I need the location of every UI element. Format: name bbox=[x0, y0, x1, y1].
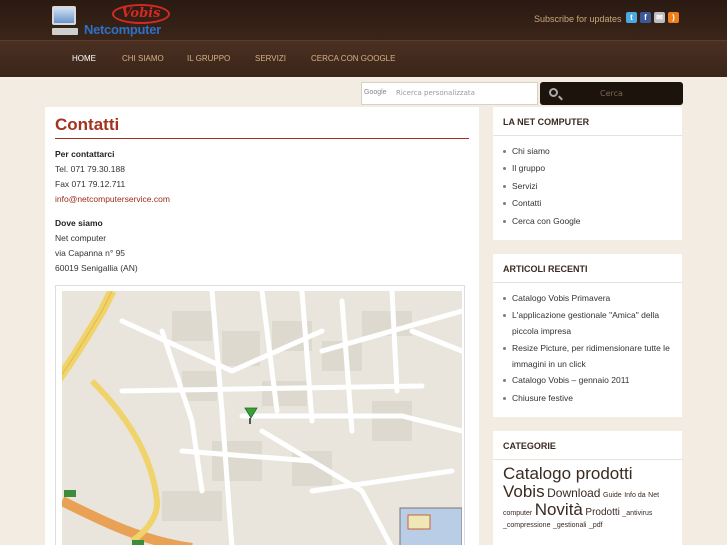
sidebar-link-il-gruppo[interactable]: Il gruppo bbox=[503, 160, 672, 176]
google-logo: Google bbox=[364, 89, 387, 96]
widget-divider bbox=[493, 459, 682, 460]
widget-categories: CATEGORIE Catalogo prodotti Vobis Downlo… bbox=[493, 431, 682, 545]
contact-heading: Per contattarci bbox=[55, 149, 115, 159]
computer-icon bbox=[52, 6, 76, 25]
nav-chi-siamo[interactable]: CHI SIAMO bbox=[122, 54, 164, 63]
location-heading: Dove siamo bbox=[55, 218, 103, 228]
tag-link[interactable]: Guide bbox=[603, 492, 622, 499]
page-title: Contatti bbox=[55, 115, 120, 134]
recent-post-link[interactable]: Chiusure festive bbox=[503, 390, 672, 406]
mail-icon[interactable]: ✉ bbox=[654, 12, 665, 23]
keyboard-icon bbox=[52, 28, 78, 35]
nav-cerca-con-google[interactable]: CERCA CON GOOGLE bbox=[311, 54, 395, 63]
tag-link[interactable]: Prodotti bbox=[585, 507, 619, 518]
map-canvas bbox=[62, 291, 462, 545]
widget-title-recent: ARTICOLI RECENTI bbox=[503, 264, 588, 274]
subscribe-label: Subscribe for updates bbox=[534, 14, 622, 24]
rss-icon[interactable]: ) bbox=[668, 12, 679, 23]
email-link[interactable]: info@netcomputerservice.com bbox=[55, 194, 170, 204]
map-frame bbox=[55, 285, 465, 545]
fax-number: Fax 071 79.12.711 bbox=[55, 179, 126, 189]
recent-post-link[interactable]: L'applicazione gestionale "Amica" della … bbox=[503, 307, 672, 339]
tag-link[interactable]: _pdf bbox=[589, 522, 603, 529]
tag-link[interactable]: Catalogo prodotti bbox=[503, 464, 632, 483]
city-address: 60019 Senigallia (AN) bbox=[55, 263, 138, 273]
company-name: Net computer bbox=[55, 233, 107, 243]
widget-title-categories: CATEGORIE bbox=[503, 441, 556, 451]
sidebar-link-cerca-con-google[interactable]: Cerca con Google bbox=[503, 213, 672, 229]
street-address: via Capanna n° 95 bbox=[55, 248, 126, 258]
widget-net-computer: LA NET COMPUTER Chi siamo Il gruppo Serv… bbox=[493, 107, 682, 240]
twitter-icon[interactable]: t bbox=[626, 12, 637, 23]
search-button-label: Cerca bbox=[600, 89, 623, 98]
social-icons: t f ✉ ) bbox=[626, 12, 679, 23]
search-icon bbox=[549, 88, 558, 97]
search-input[interactable]: Ricerca personalizzata bbox=[361, 82, 538, 105]
search-bar: Ricerca personalizzata Google Cerca bbox=[361, 82, 683, 105]
nav-il-gruppo[interactable]: IL GRUPPO bbox=[187, 54, 230, 63]
site-logo[interactable]: Vobis Netcomputer bbox=[52, 4, 170, 38]
tag-link[interactable]: Download bbox=[547, 486, 600, 500]
tag-link[interactable]: _antivirus bbox=[622, 510, 652, 517]
logo-name: Netcomputer bbox=[84, 22, 161, 37]
main-content: Contatti Per contattarci Tel. 071 79.30.… bbox=[45, 107, 479, 545]
nav-servizi[interactable]: SERVIZI bbox=[255, 54, 286, 63]
widget-divider bbox=[493, 135, 682, 136]
sidebar-link-chi-siamo[interactable]: Chi siamo bbox=[503, 143, 672, 159]
widget-divider bbox=[493, 282, 682, 283]
recent-post-link[interactable]: Resize Picture, per ridimensionare tutte… bbox=[503, 340, 672, 372]
tag-link[interactable]: Info da bbox=[624, 492, 645, 499]
tag-link[interactable]: Vobis bbox=[503, 482, 545, 501]
top-header: Vobis Netcomputer Subscribe for updates … bbox=[0, 0, 727, 40]
widget-title-net-computer: LA NET COMPUTER bbox=[503, 117, 590, 127]
main-nav: HOME CHI SIAMO IL GRUPPO SERVIZI CERCA C… bbox=[0, 40, 727, 77]
google-map[interactable] bbox=[62, 291, 462, 545]
logo-brand: Vobis bbox=[112, 4, 170, 24]
search-button[interactable]: Cerca bbox=[540, 82, 683, 105]
tag-link[interactable]: _compressione bbox=[503, 522, 550, 529]
sidebar-link-servizi[interactable]: Servizi bbox=[503, 178, 672, 194]
facebook-icon[interactable]: f bbox=[640, 12, 651, 23]
phone-number: Tel. 071 79.30.188 bbox=[55, 164, 125, 174]
sidebar-link-contatti[interactable]: Contatti bbox=[503, 195, 672, 211]
recent-post-link[interactable]: Catalogo Vobis – gennaio 2011 bbox=[503, 372, 672, 388]
tag-cloud: Catalogo prodotti Vobis Download Guide I… bbox=[503, 465, 675, 529]
title-divider bbox=[55, 138, 469, 139]
nav-home[interactable]: HOME bbox=[72, 54, 96, 63]
tag-link[interactable]: _gestionali bbox=[553, 522, 586, 529]
widget-recent-posts: ARTICOLI RECENTI Catalogo Vobis Primaver… bbox=[493, 254, 682, 417]
recent-post-link[interactable]: Catalogo Vobis Primavera bbox=[503, 290, 672, 306]
tag-link[interactable]: Novità bbox=[535, 500, 583, 519]
